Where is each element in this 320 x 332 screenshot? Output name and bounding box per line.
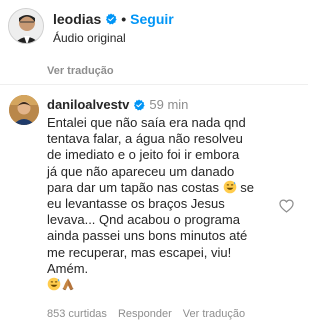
audio-label[interactable]: Áudio original: [53, 31, 126, 45]
comment-avatar-image: [9, 95, 39, 125]
sweat-smile-emoji-icon: [223, 180, 236, 194]
comment-line: de imediato e o jeito foi ir embora: [47, 147, 240, 163]
post-header: leodias • Seguir Áudio original: [0, 0, 308, 58]
comment-author-username[interactable]: daniloalvestv: [47, 97, 129, 112]
comment-translate-link[interactable]: Ver tradução: [183, 308, 245, 320]
divider: [0, 84, 308, 85]
post-author-avatar[interactable]: [8, 8, 44, 44]
comment-line: já que não apareceu um danado: [47, 163, 235, 179]
post-author-username[interactable]: leodias: [53, 11, 101, 27]
comment-line: me recuperar, mas escapei, viu!: [47, 244, 232, 260]
comment-header: daniloalvestv 59 min: [47, 97, 188, 112]
comment-line-with-emoji: Amém.: [47, 261, 279, 277]
comment-author-avatar[interactable]: [9, 95, 39, 125]
post-author-line: leodias • Seguir: [53, 11, 174, 27]
comment-line: tentava falar, a água não resolveu: [47, 131, 243, 147]
comment-line: levava... Qnd acabou o programa: [47, 212, 240, 228]
comment-line: ainda passei uns bons minutos até: [47, 228, 248, 244]
post-translate-link[interactable]: Ver tradução: [47, 65, 114, 77]
separator-dot: •: [121, 11, 127, 27]
verified-badge-icon: [134, 99, 146, 110]
comment-actions: 853 curtidas Responder Ver tradução: [47, 308, 245, 320]
comment-line: Entalei que não saía era nada qnd: [47, 115, 246, 130]
avatar-image: [9, 9, 43, 43]
comment-line-text: para dar um tapão nas costas: [47, 179, 219, 195]
comment-line-text: Amém.: [47, 260, 89, 276]
follow-button[interactable]: Seguir: [130, 11, 174, 27]
comment-emoji-line: [47, 277, 279, 293]
verified-badge-icon: [106, 13, 117, 25]
folded-hands-emoji-icon: [62, 278, 74, 291]
sweat-smile-emoji-icon: [47, 277, 61, 291]
comment-body: Entalei que não saía era nada qnd tentav…: [47, 115, 279, 293]
comment-timestamp: 59 min: [149, 97, 189, 112]
comment-line: eu levantasse os braços Jesus: [47, 196, 225, 212]
comment-line-text: se: [240, 179, 254, 195]
comment-line-with-emoji: para dar um tapão nas costas se: [47, 180, 279, 196]
like-count[interactable]: 853 curtidas: [47, 308, 107, 320]
like-comment-heart-icon[interactable]: [279, 199, 294, 213]
reply-button[interactable]: Responder: [118, 308, 172, 320]
